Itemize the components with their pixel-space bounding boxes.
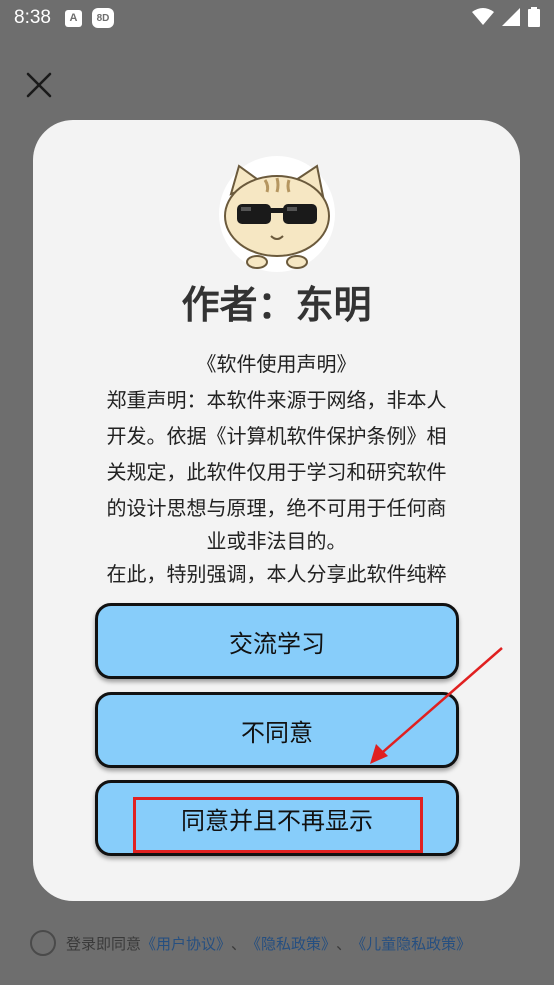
statement-line: 《软件使用声明》 [196,352,357,376]
separator: 、 [231,934,247,953]
statement-line: 开发。依据《计算机软件保护条例》相 [106,424,447,448]
privacy-policy-link[interactable]: 《隐私政策》 [246,933,336,954]
signal-icon [502,8,520,26]
user-agreement-link[interactable]: 《用户协议》 [141,933,231,954]
child-privacy-link[interactable]: 《儿童隐私政策》 [351,933,471,954]
statement-line: 的设计思想与原理，绝不可用于任何商 [106,496,447,520]
red-arrow-annotation [370,647,503,764]
agree-radio[interactable] [30,930,56,956]
close-button[interactable] [20,66,58,104]
agreement-prefix: 登录即同意 [66,934,142,953]
highlight-box [133,797,423,853]
statement-line: 郑重声明：本软件来源于网络，非本人 [106,388,447,412]
status-time: 8:38 [14,7,51,28]
battery-icon [528,7,540,27]
author-title: 作者：东明 [181,283,372,327]
statement-line: 关规定，此软件仅用于学习和研究软件 [106,460,447,484]
notification-a-icon: A [64,9,82,27]
statement-line: 业或非法目的。 [206,529,347,553]
statement-line: 在此，特别强调，本人分享此软件纯粹 [106,562,447,586]
disclaimer-dialog: 作者：东明 《软件使用声明》 郑重声明：本软件来源于网络，非本人 开发。依据《计… [33,120,520,901]
cat-sunglasses-avatar [219,156,335,272]
status-bar: 8:38 A 8D [0,0,554,36]
agreement-row: 登录即同意 《用户协议》 、 《隐私政策》 、 《儿童隐私政策》 [30,930,471,956]
notification-app-icon: 8D [91,8,114,28]
separator: 、 [336,934,352,953]
wifi-icon [472,8,494,25]
close-icon [26,72,52,98]
status-icons [472,7,540,27]
